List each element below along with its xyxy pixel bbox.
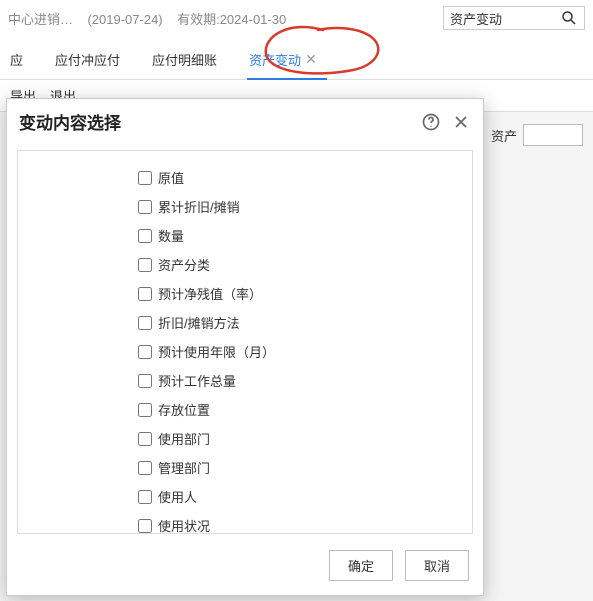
check-box[interactable] [138,258,152,272]
search-box[interactable] [443,6,585,30]
check-item[interactable]: 预计使用年限（月） [138,337,468,366]
close-icon[interactable] [451,112,471,132]
asset-input[interactable] [523,124,583,146]
check-label: 原值 [158,168,184,187]
tab-payable-offset[interactable]: 应付冲应付 [53,46,122,79]
tab-bar: 应 应付冲应付 应付明细账 资产变动 ✕ [0,36,593,80]
check-item[interactable]: 折旧/摊销方法 [138,308,468,337]
expiry-label: 有效期: [177,12,220,27]
check-label: 管理部门 [158,458,210,477]
check-box[interactable] [138,287,152,301]
cancel-button[interactable]: 取消 [405,550,469,581]
check-label: 数量 [158,226,184,245]
tab-payable-detail[interactable]: 应付明细账 [150,46,219,79]
check-label: 存放位置 [158,400,210,419]
check-item[interactable]: 预计工作总量 [138,366,468,395]
help-icon[interactable] [421,112,441,132]
check-label: 资产分类 [158,255,210,274]
check-box[interactable] [138,519,152,533]
check-item[interactable]: 数量 [138,221,468,250]
modal-footer: 确定 取消 [7,540,483,595]
check-item[interactable]: 管理部门 [138,453,468,482]
check-box[interactable] [138,345,152,359]
asset-label: 资产 [491,126,517,145]
check-box[interactable] [138,461,152,475]
tab-label: 应 [10,50,23,69]
check-box[interactable] [138,171,152,185]
modal-title: 变动内容选择 [19,109,411,134]
tab-label: 资产变动 [249,50,301,69]
tab-label: 应付明细账 [152,50,217,69]
check-label: 使用部门 [158,429,210,448]
modal-header: 变动内容选择 [7,99,483,144]
check-label: 累计折旧/摊销 [158,197,240,216]
check-label: 预计使用年限（月） [158,342,275,361]
check-label: 预计净残值（率） [158,284,262,303]
check-box[interactable] [138,229,152,243]
check-box[interactable] [138,432,152,446]
header-meta: 中心进销… (2019-07-24) 有效期:2024-01-30 [8,9,431,28]
check-item[interactable]: 使用部门 [138,424,468,453]
window-header: 中心进销… (2019-07-24) 有效期:2024-01-30 [0,0,593,36]
tab-close-icon[interactable]: ✕ [305,51,317,68]
check-box[interactable] [138,316,152,330]
check-list: 原值累计折旧/摊销数量资产分类预计净残值（率） 折旧/摊销方法预计使用年限（月） 预… [18,151,468,534]
check-item[interactable]: 存放位置 [138,395,468,424]
tab-asset-change[interactable]: 资产变动 ✕ [247,46,319,79]
modal-body[interactable]: 原值累计折旧/摊销数量资产分类预计净残值（率） 折旧/摊销方法预计使用年限（月） 预… [17,150,473,534]
tab-0[interactable]: 应 [8,46,25,79]
check-box[interactable] [138,200,152,214]
check-label: 折旧/摊销方法 [158,313,240,332]
org-name: 中心进销… [8,12,73,27]
check-label: 使用状况 [158,516,210,534]
search-icon[interactable] [560,9,578,27]
header-date: (2019-07-24) [87,12,162,27]
search-input[interactable] [450,11,560,26]
tab-label: 应付冲应付 [55,50,120,69]
change-content-modal: 变动内容选择 原值累计折旧/摊销数量资产分类预计净残值（率） 折旧/摊销方法预计使… [6,98,484,596]
check-item[interactable]: 预计净残值（率） [138,279,468,308]
check-box[interactable] [138,403,152,417]
check-box[interactable] [138,490,152,504]
check-item[interactable]: 累计折旧/摊销 [138,192,468,221]
check-label: 使用人 [158,487,197,506]
check-label: 预计工作总量 [158,371,236,390]
ok-button[interactable]: 确定 [329,550,393,581]
expiry-date: 2024-01-30 [220,12,287,27]
check-item[interactable]: 资产分类 [138,250,468,279]
check-box[interactable] [138,374,152,388]
check-item[interactable]: 使用人 [138,482,468,511]
check-item[interactable]: 原值 [138,163,468,192]
check-item[interactable]: 使用状况 [138,511,468,534]
